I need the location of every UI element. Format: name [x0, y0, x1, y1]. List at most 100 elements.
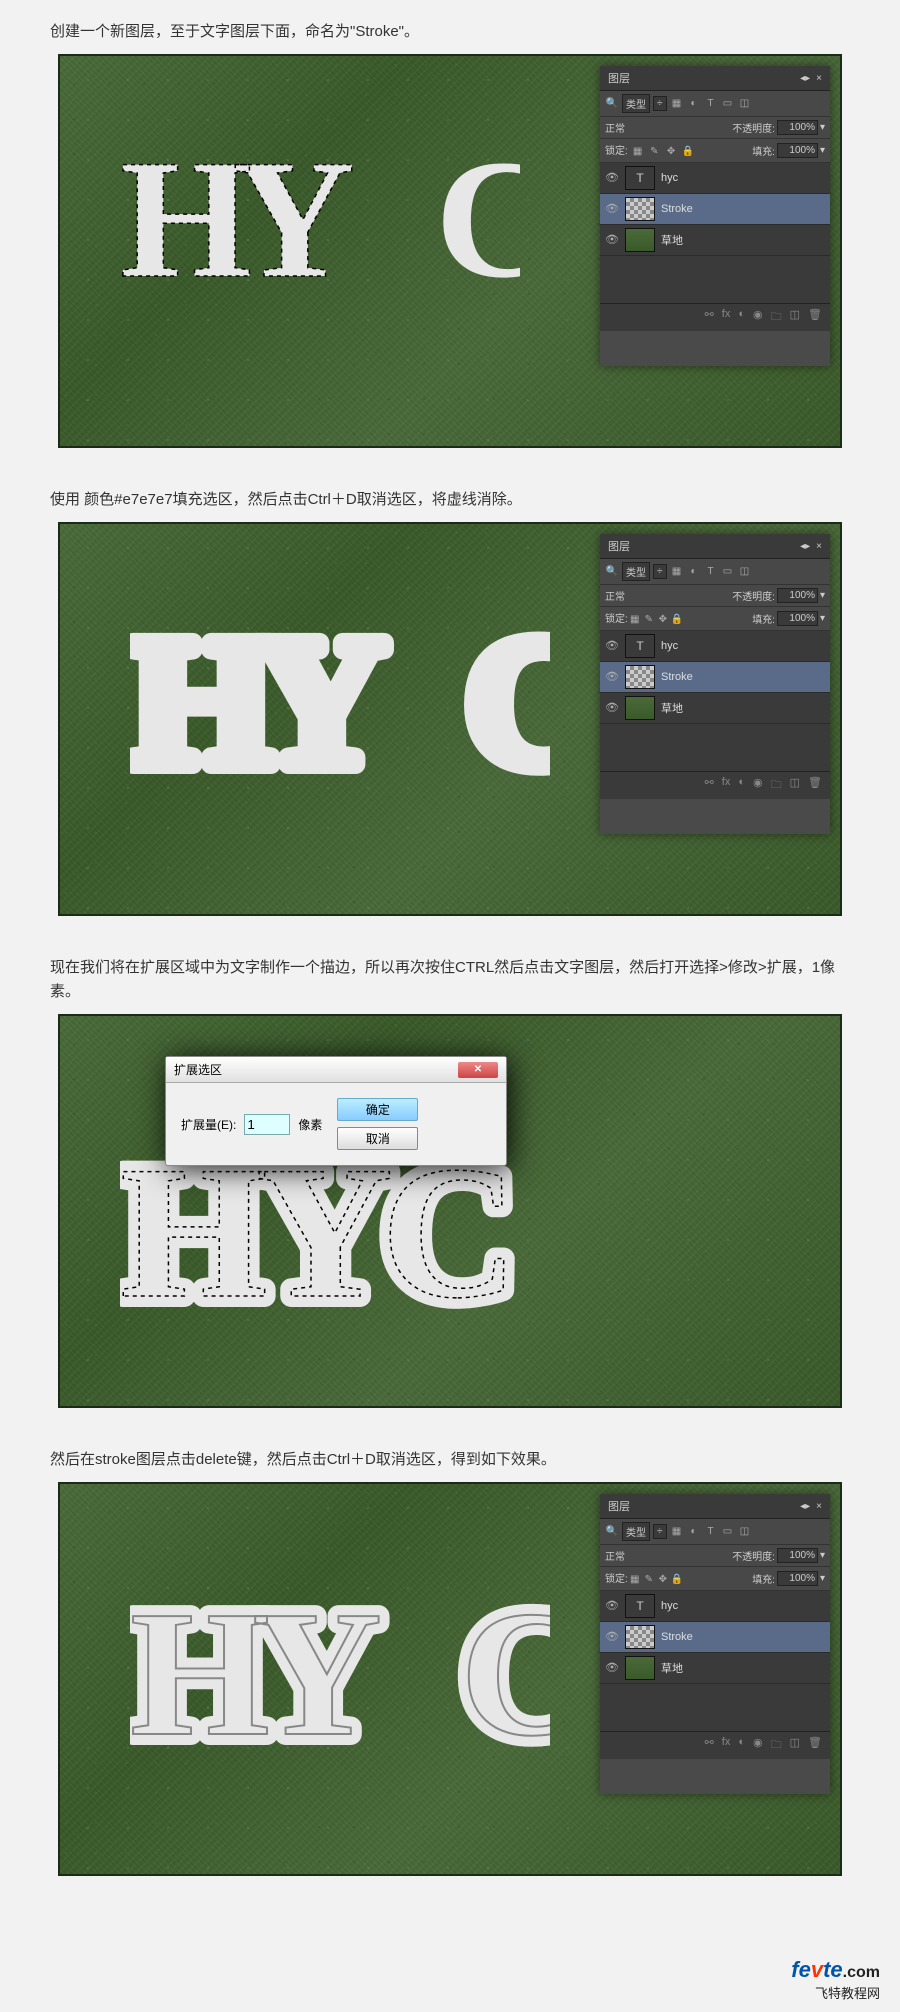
expand-input[interactable] [244, 1114, 290, 1135]
adjust-icon[interactable]: ◉ [753, 308, 763, 327]
blend-mode[interactable]: 正常 [605, 588, 665, 603]
lock-paint-icon[interactable]: ✎ [647, 145, 661, 159]
mask-icon[interactable]: ◐ [738, 308, 745, 327]
filter-shape-icon[interactable]: ▭ [721, 565, 735, 579]
trash-icon[interactable]: 🗑 [808, 776, 822, 795]
lock-trans-icon[interactable]: ▦ [628, 1573, 642, 1587]
fx-icon[interactable]: fx [722, 776, 731, 795]
filter-dropdown[interactable]: 类型 [622, 562, 650, 581]
visibility-icon[interactable]: 👁 [605, 202, 619, 215]
opacity-input[interactable] [777, 1548, 818, 1563]
folder-icon[interactable]: 🗀 [771, 1736, 782, 1755]
opacity-arrow[interactable]: ▾ [820, 1550, 825, 1561]
fill-input[interactable] [777, 611, 818, 626]
fx-icon[interactable]: fx [722, 308, 731, 327]
fill-input[interactable] [777, 1571, 818, 1586]
filter-text-icon[interactable]: T [704, 565, 718, 579]
lock-trans-icon[interactable]: ▦ [631, 145, 645, 159]
new-layer-icon[interactable]: ◫ [790, 1736, 800, 1755]
lock-move-icon[interactable]: ✥ [656, 1573, 670, 1587]
close-icon[interactable]: × [816, 1501, 822, 1512]
filter-arrow[interactable]: ÷ [653, 564, 667, 579]
folder-icon[interactable]: 🗀 [771, 776, 782, 795]
collapse-icon[interactable]: ◂▸ [800, 1501, 810, 1512]
layer-hyc[interactable]: 👁Thyc [600, 1591, 830, 1622]
layers-panel[interactable]: 图层 ◂▸× 🔍 类型 ÷ ▦ ◐ T ▭ ◫ 正常 不透明度:▾ 锁定:▦✎✥… [600, 534, 830, 834]
lock-trans-icon[interactable]: ▦ [628, 613, 642, 627]
visibility-icon[interactable]: 👁 [605, 171, 619, 184]
filter-shape-icon[interactable]: ▭ [721, 97, 735, 111]
filter-smart-icon[interactable]: ◫ [738, 97, 752, 111]
link-icon[interactable]: ⚯ [705, 776, 714, 795]
opacity-input[interactable] [777, 120, 818, 135]
link-icon[interactable]: ⚯ [705, 308, 714, 327]
lock-paint-icon[interactable]: ✎ [642, 1573, 656, 1587]
filter-smart-icon[interactable]: ◫ [738, 565, 752, 579]
blend-mode[interactable]: 正常 [605, 120, 665, 135]
filter-text-icon[interactable]: T [704, 1525, 718, 1539]
dialog-titlebar[interactable]: 扩展选区 ✕ [166, 1057, 506, 1083]
lock-paint-icon[interactable]: ✎ [642, 613, 656, 627]
expand-selection-dialog[interactable]: 扩展选区 ✕ 扩展量(E): 像素 确定 取消 [165, 1056, 507, 1166]
mask-icon[interactable]: ◐ [738, 1736, 745, 1755]
visibility-icon[interactable]: 👁 [605, 670, 619, 683]
opacity-arrow[interactable]: ▾ [820, 590, 825, 601]
filter-image-icon[interactable]: ▦ [670, 1525, 684, 1539]
link-icon[interactable]: ⚯ [705, 1736, 714, 1755]
filter-smart-icon[interactable]: ◫ [738, 1525, 752, 1539]
opacity-arrow[interactable]: ▾ [820, 122, 825, 133]
lock-move-icon[interactable]: ✥ [656, 613, 670, 627]
search-icon[interactable]: 🔍 [605, 97, 619, 111]
visibility-icon[interactable]: 👁 [605, 1599, 619, 1612]
layers-panel[interactable]: 图层 ◂▸ × 🔍 类型 ÷ ▦ ◐ T ▭ ◫ 正常 不透明度: ▾ [600, 66, 830, 366]
filter-shape-icon[interactable]: ▭ [721, 1525, 735, 1539]
visibility-icon[interactable]: 👁 [605, 233, 619, 246]
filter-dropdown[interactable]: 类型 [622, 94, 650, 113]
search-icon[interactable]: 🔍 [605, 565, 619, 579]
filter-adjust-icon[interactable]: ◐ [687, 1525, 701, 1539]
filter-arrow[interactable]: ÷ [653, 1524, 667, 1539]
fx-icon[interactable]: fx [722, 1736, 731, 1755]
cancel-button[interactable]: 取消 [337, 1127, 418, 1150]
filter-image-icon[interactable]: ▦ [670, 97, 684, 111]
visibility-icon[interactable]: 👁 [605, 1661, 619, 1674]
layer-grass[interactable]: 👁草地 [600, 1653, 830, 1684]
filter-adjust-icon[interactable]: ◐ [687, 97, 701, 111]
new-layer-icon[interactable]: ◫ [790, 776, 800, 795]
fill-arrow[interactable]: ▾ [820, 1573, 825, 1584]
mask-icon[interactable]: ◐ [738, 776, 745, 795]
ok-button[interactable]: 确定 [337, 1098, 418, 1121]
trash-icon[interactable]: 🗑 [808, 1736, 822, 1755]
close-icon[interactable]: × [816, 541, 822, 552]
adjust-icon[interactable]: ◉ [753, 1736, 763, 1755]
layer-hyc[interactable]: 👁 T hyc [600, 163, 830, 194]
fill-arrow[interactable]: ▾ [820, 613, 825, 624]
visibility-icon[interactable]: 👁 [605, 1630, 619, 1643]
dialog-close-button[interactable]: ✕ [458, 1062, 498, 1078]
filter-text-icon[interactable]: T [704, 97, 718, 111]
lock-all-icon[interactable]: 🔒 [670, 613, 684, 627]
opacity-input[interactable] [777, 588, 818, 603]
visibility-icon[interactable]: 👁 [605, 701, 619, 714]
fill-input[interactable] [777, 143, 818, 158]
filter-image-icon[interactable]: ▦ [670, 565, 684, 579]
collapse-icon[interactable]: ◂▸ [800, 541, 810, 552]
lock-all-icon[interactable]: 🔒 [681, 145, 695, 159]
layer-stroke[interactable]: 👁Stroke [600, 662, 830, 693]
layer-grass[interactable]: 👁 草地 [600, 225, 830, 256]
lock-move-icon[interactable]: ✥ [664, 145, 678, 159]
layer-stroke[interactable]: 👁 Stroke [600, 194, 830, 225]
layer-hyc[interactable]: 👁Thyc [600, 631, 830, 662]
fill-arrow[interactable]: ▾ [820, 145, 825, 156]
filter-arrow[interactable]: ÷ [653, 96, 667, 111]
visibility-icon[interactable]: 👁 [605, 639, 619, 652]
filter-adjust-icon[interactable]: ◐ [687, 565, 701, 579]
blend-mode[interactable]: 正常 [605, 1548, 665, 1563]
lock-all-icon[interactable]: 🔒 [670, 1573, 684, 1587]
collapse-icon[interactable]: ◂▸ [800, 73, 810, 84]
layers-panel[interactable]: 图层 ◂▸× 🔍 类型 ÷ ▦ ◐ T ▭ ◫ 正常 不透明度:▾ 锁定:▦✎✥… [600, 1494, 830, 1794]
layer-grass[interactable]: 👁草地 [600, 693, 830, 724]
close-icon[interactable]: × [816, 73, 822, 84]
search-icon[interactable]: 🔍 [605, 1525, 619, 1539]
layer-stroke[interactable]: 👁Stroke [600, 1622, 830, 1653]
